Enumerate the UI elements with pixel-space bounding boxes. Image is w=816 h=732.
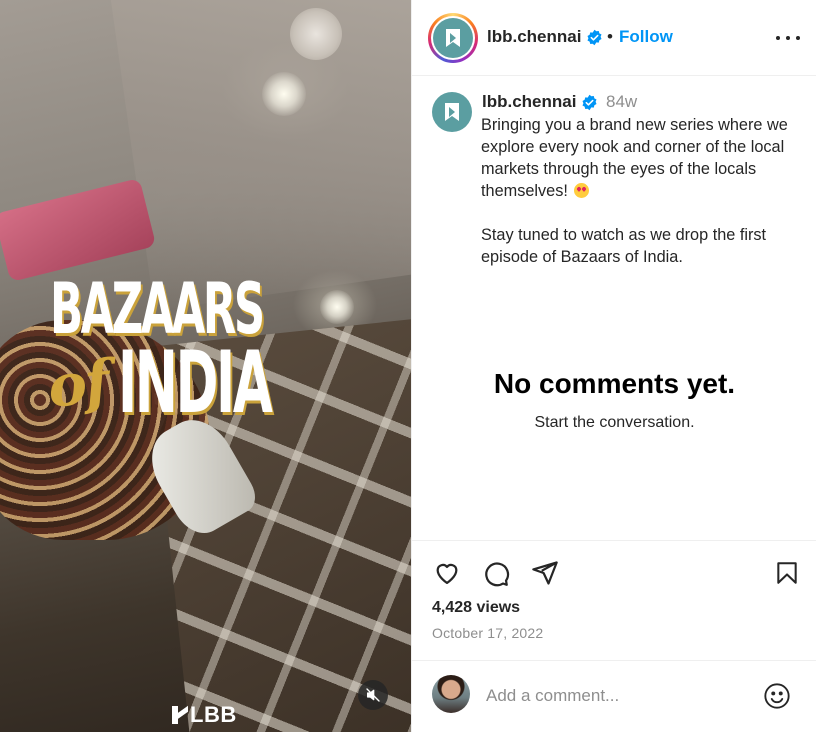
view-count[interactable]: 4,428 views xyxy=(432,599,520,617)
more-options-button[interactable] xyxy=(776,28,800,48)
ceiling-lamp xyxy=(262,72,306,116)
emoji-picker-button[interactable] xyxy=(762,681,792,711)
profile-avatar xyxy=(433,18,473,58)
current-user-avatar xyxy=(432,675,470,713)
save-button[interactable] xyxy=(772,558,802,588)
no-comments-subtitle: Start the conversation. xyxy=(534,414,695,431)
header-separator: • xyxy=(607,27,613,46)
verified-badge-icon xyxy=(587,29,602,46)
ceiling-lamp xyxy=(320,290,354,324)
heart-eyes-emoji-icon xyxy=(574,183,590,198)
post-date[interactable]: October 17, 2022 xyxy=(432,625,543,641)
post-caption: lbb.chennai 84w Bringing you a brand new… xyxy=(412,76,816,540)
add-comment-bar xyxy=(412,660,816,732)
no-comments-title: No comments yet. xyxy=(493,368,736,399)
brand-watermark-text: LBB xyxy=(190,702,237,727)
comment-button[interactable] xyxy=(481,558,511,588)
ceiling-shape xyxy=(108,0,411,311)
title-line-india: INDIA xyxy=(118,333,273,433)
follow-button[interactable]: Follow xyxy=(619,27,673,47)
verified-badge-icon xyxy=(582,94,597,111)
mute-button[interactable] xyxy=(358,680,388,710)
share-button[interactable] xyxy=(530,558,560,588)
bookmark-icon xyxy=(777,562,797,584)
speaker-muted-icon xyxy=(366,688,380,702)
lbb-bookmark-logo-icon xyxy=(445,103,459,121)
post-timestamp[interactable]: 84w xyxy=(606,92,637,112)
more-options-icon xyxy=(776,36,780,40)
heart-icon xyxy=(436,563,458,585)
caption-username-link[interactable]: lbb.chennai xyxy=(482,92,576,112)
caption-text: Bringing you a brand new series where we… xyxy=(481,114,811,268)
post-details-panel: lbb.chennai • Follow lbb.chennai 84w Bri… xyxy=(411,0,816,732)
ceiling-fan xyxy=(290,8,342,60)
like-button[interactable] xyxy=(432,558,462,588)
caption-paragraph-2: Stay tuned to watch as we drop the first… xyxy=(481,226,767,266)
comment-input[interactable] xyxy=(486,685,746,707)
story-ring-avatar[interactable] xyxy=(428,13,478,63)
title-word-of: of xyxy=(44,347,112,421)
post-header: lbb.chennai • Follow xyxy=(412,0,816,76)
video-title-overlay: BAZAARS of INDIA xyxy=(44,270,306,440)
share-icon xyxy=(532,561,558,585)
lbb-bookmark-logo-icon xyxy=(446,29,460,47)
post-actions: 4,428 views October 17, 2022 xyxy=(412,540,816,660)
brand-watermark: LBB xyxy=(172,702,237,727)
smiley-icon xyxy=(764,683,790,709)
caption-avatar[interactable] xyxy=(432,92,472,132)
comment-icon xyxy=(485,562,510,587)
caption-paragraph-1: Bringing you a brand new series where we… xyxy=(481,116,788,200)
post-media[interactable]: BAZAARS of INDIA LBB xyxy=(0,0,411,732)
header-username-link[interactable]: lbb.chennai xyxy=(487,27,581,47)
lbb-logo-icon xyxy=(172,706,188,724)
pink-cushion xyxy=(0,177,157,283)
